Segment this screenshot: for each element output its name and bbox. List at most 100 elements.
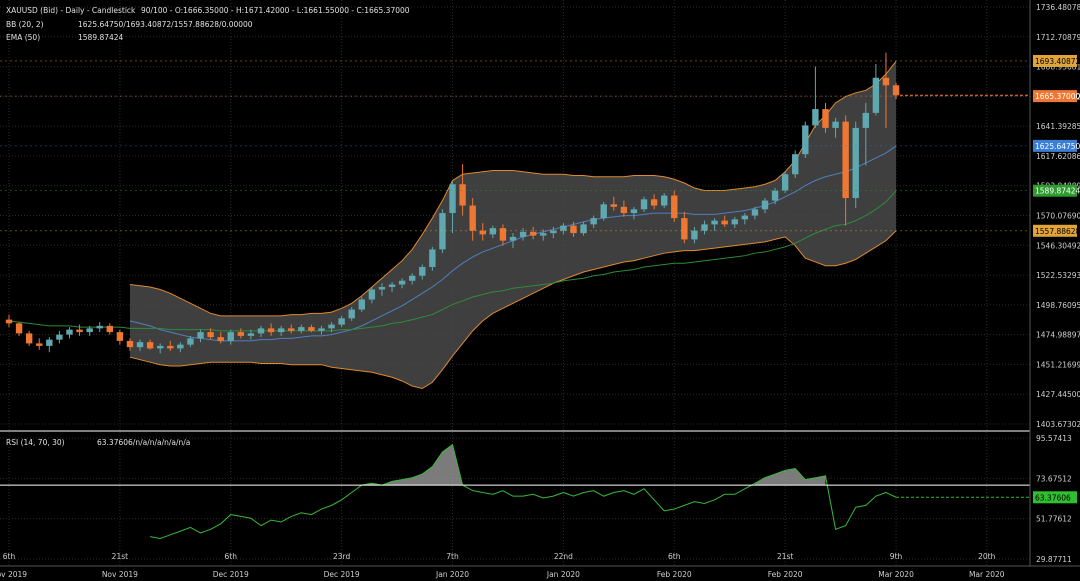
candle-down [167, 345, 174, 349]
x-tick-day: 6th [668, 552, 681, 561]
candle-up [378, 287, 386, 290]
price-tick-label: 1736.48078 [1036, 3, 1080, 12]
x-tick-month: Feb 2020 [657, 570, 692, 579]
price-tick-label: 1546.30492 [1036, 241, 1080, 250]
candle-up [398, 280, 406, 285]
candle-up [197, 332, 204, 339]
candle-down [892, 85, 900, 96]
bb-legend-values: 1625.64750/1693.40872/1557.88628/0.00000 [78, 20, 253, 29]
candle-up [489, 228, 497, 235]
candle-up [187, 338, 194, 345]
candle-down [459, 184, 466, 206]
candle-down [681, 218, 688, 240]
price-tick-label: 1570.07690 [1036, 212, 1080, 221]
ema-legend-value: 1589.87424 [78, 33, 124, 42]
candle-down [842, 121, 849, 199]
bb-fill [129, 61, 897, 389]
candle-up [640, 199, 648, 210]
candle-up [298, 327, 305, 331]
candle-up [388, 284, 396, 288]
candle-up [429, 249, 436, 267]
price-tick-label: 1451.21699 [1036, 360, 1080, 369]
x-tick-day: 9th [890, 552, 903, 561]
rsi-value-text: 63.37606 [1035, 493, 1071, 502]
price-tick-label: 1641.39285 [1036, 122, 1080, 131]
candle-down [469, 205, 476, 231]
candle-up [177, 344, 184, 349]
candle-down [25, 333, 33, 344]
candle-down [217, 337, 224, 341]
candle-down [610, 204, 617, 207]
candle-up [247, 333, 255, 336]
candle-down [308, 327, 315, 331]
x-tick-day: 7th [446, 552, 459, 561]
x-tick-month: Dec 2019 [324, 570, 360, 579]
ema-legend-label: EMA (50) [6, 33, 41, 42]
x-tick-month: Jan 2020 [546, 570, 580, 579]
candle-up [328, 324, 335, 329]
x-tick-month: Nov 2019 [102, 570, 138, 579]
price-label-text: 1589.87424 [1035, 187, 1080, 196]
x-tick-month: Jan 2020 [435, 570, 469, 579]
candle-up [862, 112, 869, 128]
x-tick-day: 6th [225, 552, 238, 561]
candle-up [540, 233, 547, 236]
candle-up [368, 289, 376, 300]
candle-up [509, 236, 517, 241]
candle-up [86, 328, 93, 333]
rsi-tick-label: 51.77612 [1036, 515, 1072, 524]
candle-down [5, 319, 13, 324]
x-tick-day: 6th [3, 552, 16, 561]
x-tick-month: Feb 2020 [768, 570, 803, 579]
candle-up [338, 318, 345, 325]
candle-up [358, 299, 365, 310]
candle-down [267, 328, 275, 333]
candle-up [560, 225, 567, 231]
price-tick-label: 1712.70879 [1036, 33, 1080, 42]
x-tick-day: 21st [112, 552, 128, 561]
candle-up [741, 215, 749, 220]
candle-up [46, 339, 53, 346]
rsi-panel [0, 443, 1030, 540]
candle-down [237, 332, 245, 336]
x-tick-month: Dec 2019 [213, 570, 249, 579]
candle-up [852, 127, 859, 199]
candle-up [449, 184, 456, 214]
price-label-text: 1665.37000 [1035, 92, 1080, 101]
x-tick-month: Mar 2020 [878, 570, 914, 579]
price-label-text: 1557.88628 [1035, 227, 1080, 236]
price-tick-label: 1474.98897 [1036, 331, 1080, 340]
candle-up [580, 224, 587, 234]
candle-up [348, 309, 355, 319]
candle-up [701, 224, 708, 231]
candle-up [157, 345, 164, 349]
candle-down [36, 343, 43, 346]
candle-down [146, 342, 154, 349]
candle-up [661, 195, 668, 206]
x-tick-day: 21st [777, 552, 793, 561]
price-label-text: 1693.40872 [1035, 57, 1080, 66]
candle-down [499, 228, 507, 241]
rsi-tick-label: 73.67512 [1036, 474, 1072, 483]
candle-up [257, 328, 265, 334]
rsi-tick-label: 95.57413 [1036, 434, 1072, 443]
rsi-tick-label: 29.87711 [1036, 555, 1072, 564]
candle-up [136, 342, 144, 348]
candle-down [882, 77, 890, 86]
candle-up [812, 109, 819, 126]
candle-up [66, 329, 73, 335]
candle-up [691, 230, 698, 240]
candle-down [570, 225, 577, 234]
candle-down [15, 323, 23, 334]
rsi-legend-label: RSI (14, 70, 30) [6, 438, 65, 447]
candle-down [207, 332, 214, 338]
candle-up [771, 190, 779, 201]
candle-up [781, 174, 789, 191]
candle-up [630, 209, 638, 214]
rsi-overbought-area [754, 468, 826, 486]
chart-canvas: 1736.480781712.708791688.936811665.16482… [0, 0, 1080, 579]
bb-legend-label: BB (20, 2) [6, 20, 44, 29]
candle-down [822, 109, 829, 128]
candle-down [106, 325, 113, 333]
candle-down [76, 329, 83, 333]
